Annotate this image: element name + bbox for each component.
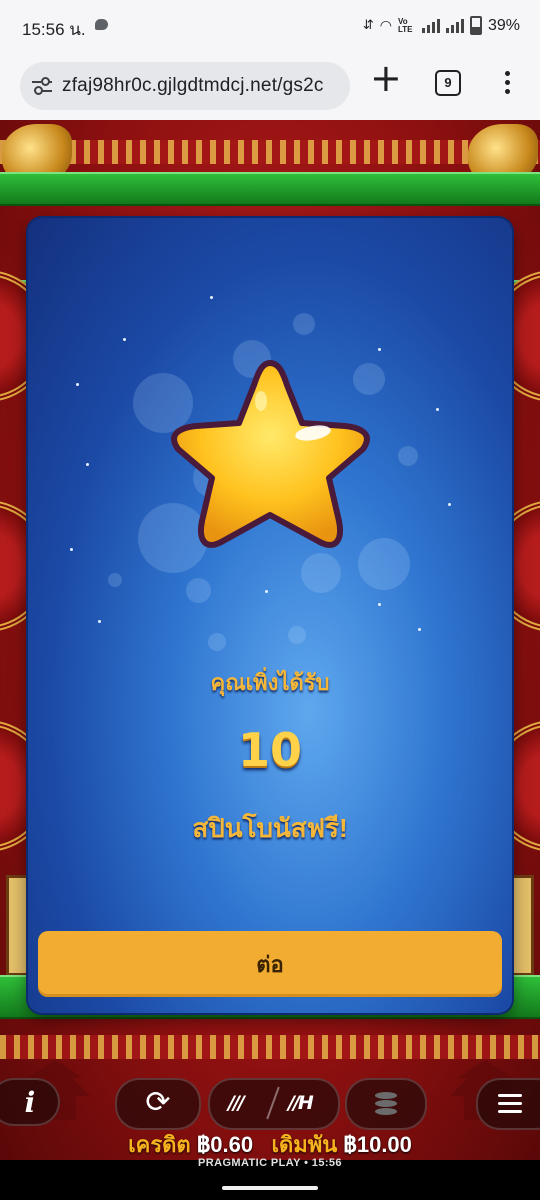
credit-value: ฿0.60 (196, 1132, 254, 1157)
bet-value: ฿10.00 (343, 1132, 412, 1157)
top-fret-border (0, 140, 540, 164)
sparkle (86, 463, 89, 466)
bluetooth-icon: ⇵ (362, 18, 374, 33)
award-message: คุณเพิ่งได้รับ (210, 670, 330, 695)
bokeh (186, 578, 211, 603)
credit-label: เครดิต (128, 1132, 191, 1157)
speed-divider (266, 1086, 280, 1120)
bet-label: เดิมพัน (271, 1132, 338, 1157)
kebab-menu-icon[interactable] (500, 68, 514, 98)
signal-2-icon (445, 18, 464, 33)
brand-name: PRAGMATIC PLAY (198, 1157, 301, 1169)
info-button[interactable]: i (0, 1078, 60, 1126)
free-spins-label: สปินโบนัสฟรี! (192, 813, 348, 843)
bokeh (288, 626, 306, 644)
status-indicators: ⇵ ◠ Vo LTE 39% (363, 16, 520, 35)
wifi-icon: ◠ (379, 17, 392, 34)
plus-icon[interactable]: + (370, 58, 402, 98)
url-text[interactable]: zfaj98hr0c.gjlgdtmdcj.net/gs2c (62, 75, 324, 97)
status-bar: 15:56 น. ⇵ ◠ Vo LTE 39% (0, 0, 540, 52)
tune-icon[interactable] (32, 77, 52, 95)
free-spins-dialog: คุณเพิ่งได้รับ 10 สปินโบนัสฟรี! ต่อ (28, 218, 512, 1013)
battery-icon (469, 16, 482, 35)
sparkle (265, 590, 268, 593)
battery-percent: 39% (487, 16, 520, 34)
sparkle (436, 408, 439, 411)
sparkle (76, 383, 79, 386)
bokeh (208, 633, 226, 651)
volte-label: Vo LTE (397, 16, 413, 34)
address-bar[interactable]: zfaj98hr0c.gjlgdtmdcj.net/gs2c (20, 62, 350, 110)
chat-notification-icon (95, 19, 108, 30)
speed-toggle[interactable]: /// //H (208, 1078, 340, 1130)
brand-row: PRAGMATIC PLAY • 15:56 (198, 1157, 342, 1169)
star-icon (171, 360, 370, 548)
game-controls: i ⟳ /// //H (0, 1075, 540, 1130)
tabs-count-icon[interactable]: 9 (435, 70, 461, 96)
footer-time: 15:56 (311, 1157, 342, 1169)
continue-button[interactable]: ต่อ (38, 931, 502, 997)
bokeh (108, 573, 122, 587)
bokeh (398, 446, 418, 466)
sparkle (418, 628, 421, 631)
sparkle (123, 338, 126, 341)
signal-1-icon (421, 18, 440, 33)
free-spins-count: 10 (237, 723, 302, 777)
bokeh (293, 313, 315, 335)
top-green-frame (0, 172, 540, 206)
turbo-speed-icon[interactable]: //H (288, 1092, 314, 1114)
home-gesture-bar[interactable] (222, 1186, 318, 1190)
sparkle (70, 548, 73, 551)
normal-speed-icon[interactable]: /// (228, 1092, 245, 1114)
sparkle (378, 603, 381, 606)
sparkle (98, 620, 101, 623)
sparkle (210, 296, 213, 299)
bottom-fret-border (0, 1035, 540, 1059)
coin-stack-icon[interactable] (345, 1078, 427, 1130)
autoplay-icon[interactable]: ⟳ (115, 1078, 201, 1130)
hamburger-menu-icon[interactable] (476, 1078, 540, 1130)
browser-toolbar: zfaj98hr0c.gjlgdtmdcj.net/gs2c + 9 (0, 52, 540, 120)
sparkle (378, 348, 381, 351)
sparkle (448, 503, 451, 506)
status-time: 15:56 น. (22, 20, 86, 39)
